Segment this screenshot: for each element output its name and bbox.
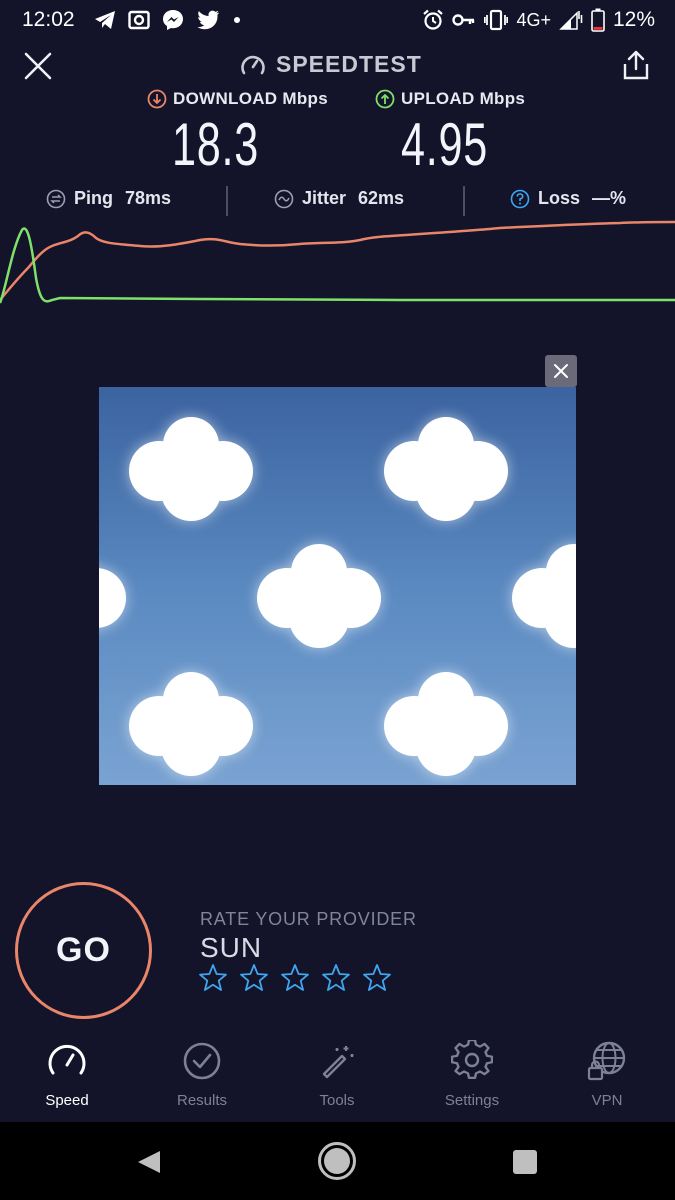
- nav-label-tools: Tools: [319, 1092, 355, 1109]
- jitter-stat[interactable]: Jitter 62ms: [274, 188, 404, 209]
- telegram-icon: [94, 10, 116, 30]
- close-button[interactable]: [24, 52, 52, 80]
- jitter-value: 62ms: [358, 188, 405, 208]
- checkmark-circle-icon: [183, 1042, 221, 1080]
- share-button[interactable]: [622, 50, 650, 80]
- nav-label-settings: Settings: [444, 1092, 500, 1109]
- battery-percentage: 12%: [612, 8, 655, 31]
- nav-item-tools[interactable]: Tools: [282, 1040, 392, 1109]
- loss-label: Loss: [538, 188, 581, 208]
- ping-label: Ping: [74, 188, 113, 208]
- divider: [226, 186, 228, 216]
- home-icon: [324, 1148, 350, 1174]
- go-label: GO: [56, 931, 111, 969]
- ping-icon: [46, 189, 66, 208]
- rate-provider-label: RATE YOUR PROVIDER: [200, 909, 417, 929]
- download-label-text: DOWNLOAD Mbps: [173, 89, 328, 108]
- provider-name: SUN: [200, 932, 263, 963]
- cloud-pattern-image: [99, 417, 576, 776]
- star-rating: [198, 963, 392, 993]
- ping-stat[interactable]: Ping 78ms: [46, 188, 171, 209]
- nav-item-vpn[interactable]: VPN: [552, 1040, 662, 1109]
- network-type: 4G+: [516, 9, 551, 30]
- star-icon[interactable]: [280, 963, 310, 993]
- star-icon[interactable]: [239, 963, 269, 993]
- bottom-nav: Speed Results Tools Settings VPN: [0, 1040, 675, 1122]
- vibrate-icon: [484, 9, 509, 31]
- magic-wand-icon: [322, 1046, 354, 1079]
- cast-icon: [128, 9, 150, 31]
- ad-close-button[interactable]: [545, 355, 577, 387]
- signal-icon: [559, 9, 583, 31]
- app-title: SPEEDTEST: [240, 51, 422, 78]
- star-icon[interactable]: [362, 963, 392, 993]
- jitter-icon: [274, 189, 294, 208]
- gear-icon: [451, 1040, 493, 1080]
- home-button[interactable]: [318, 1142, 356, 1180]
- twitter-icon: [196, 10, 220, 30]
- system-navigation-bar: [0, 1122, 675, 1200]
- upload-label-text: UPLOAD Mbps: [401, 89, 526, 108]
- back-icon[interactable]: [136, 1149, 162, 1175]
- nav-label-results: Results: [176, 1092, 228, 1109]
- close-icon: [554, 364, 568, 378]
- go-button[interactable]: GO: [15, 882, 152, 1019]
- speedometer-icon: [48, 1044, 86, 1075]
- globe-lock-icon: [587, 1041, 626, 1081]
- nav-label-speed: Speed: [45, 1092, 89, 1109]
- vpn-key-icon: [452, 12, 476, 28]
- speed-graph: [0, 220, 675, 304]
- star-icon[interactable]: [321, 963, 351, 993]
- battery-icon: [591, 8, 605, 32]
- download-arrow-icon: [147, 89, 167, 109]
- ping-value: 78ms: [125, 188, 172, 208]
- app-title-text: SPEEDTEST: [276, 51, 422, 77]
- dot-icon: [232, 15, 242, 25]
- star-icon[interactable]: [198, 963, 228, 993]
- loss-value: —%: [592, 188, 627, 208]
- nav-item-speed[interactable]: Speed: [12, 1040, 122, 1109]
- nav-label-vpn: VPN: [591, 1092, 623, 1109]
- messenger-icon: [162, 9, 184, 31]
- alarm-icon: [422, 9, 444, 31]
- close-icon: [24, 52, 52, 80]
- download-trace: [0, 220, 675, 301]
- upload-value: 4.95: [401, 111, 488, 178]
- upload-arrow-icon: [375, 89, 395, 109]
- recent-apps-button[interactable]: [513, 1150, 537, 1174]
- system-indicators: 4G+ 12%: [422, 8, 655, 32]
- nav-item-results[interactable]: Results: [147, 1040, 257, 1109]
- jitter-label: Jitter: [302, 188, 347, 208]
- download-value: 18.3: [172, 111, 259, 178]
- upload-label: UPLOAD Mbps: [375, 89, 525, 109]
- advertisement[interactable]: [99, 387, 576, 785]
- loss-stat[interactable]: Loss —%: [510, 188, 626, 209]
- status-bar: 12:02 4G+ 12%: [0, 0, 675, 42]
- help-question-icon: [510, 189, 530, 208]
- status-time: 12:02: [22, 8, 75, 31]
- stats-row: Ping 78ms Jitter 62ms Loss —%: [0, 186, 675, 216]
- nav-item-settings[interactable]: Settings: [417, 1040, 527, 1109]
- share-icon: [623, 50, 649, 80]
- speedometer-icon: [241, 55, 265, 74]
- divider: [463, 186, 465, 216]
- notification-icons: [94, 9, 242, 31]
- download-label: DOWNLOAD Mbps: [147, 89, 328, 109]
